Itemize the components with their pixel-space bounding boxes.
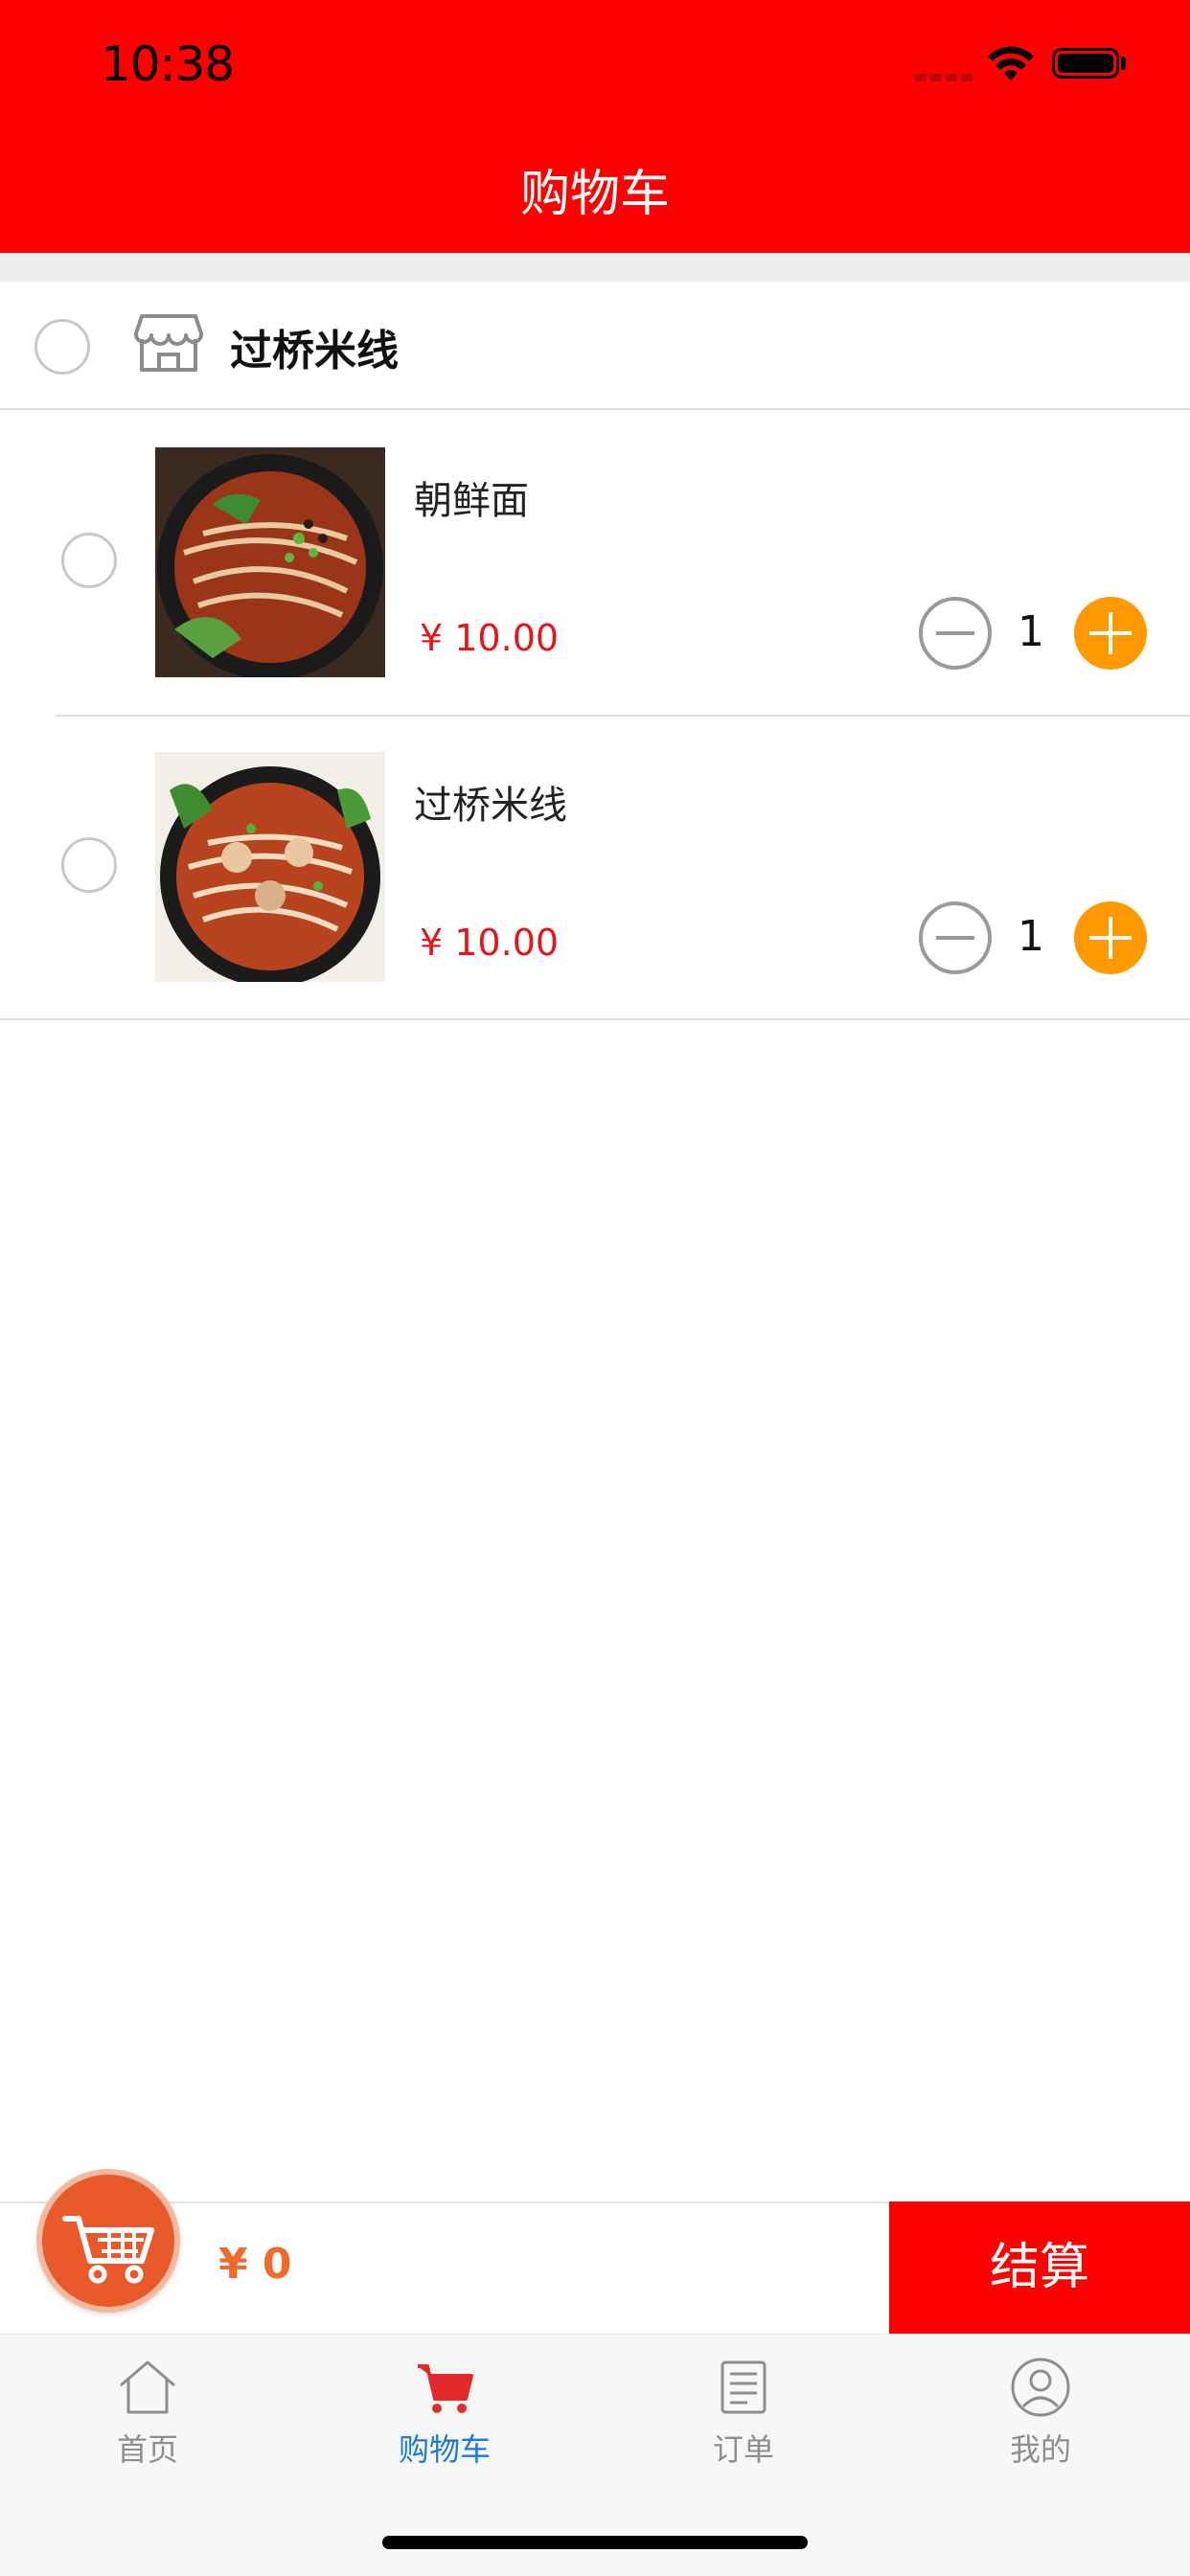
tab-label: 首页 [116,2431,178,2468]
tab-cart[interactable]: 购物车 [358,2357,531,2470]
tab-home[interactable]: 首页 [61,2357,234,2470]
cart-total: ¥ 0 [218,2240,292,2289]
item-thumbnail[interactable] [155,752,385,982]
battery-cap [1121,57,1126,70]
tab-profile[interactable]: 我的 [954,2357,1127,2470]
page-title: 购物车 [519,166,670,223]
tab-label: 我的 [1009,2431,1071,2468]
increase-quantity-button[interactable] [1074,901,1147,974]
tab-label: 订单 [712,2431,774,2468]
wifi-icon [988,46,1034,80]
cart-icon [418,2364,473,2413]
store-icon [134,314,203,372]
item-quantity: 1 [1018,607,1044,656]
decrease-quantity-button[interactable] [919,597,992,670]
shop-select-radio[interactable] [34,319,90,375]
shopping-cart-icon [62,2216,154,2284]
tab-label: 购物车 [398,2431,491,2468]
order-list-icon [721,2360,767,2414]
checkout-button[interactable]: 结算 [889,2201,1190,2334]
item-thumbnail[interactable] [155,447,385,677]
signal-icon [915,67,976,85]
decrease-quantity-button[interactable] [919,901,992,974]
noodle-bowl-image [155,447,385,677]
home-icon [120,2360,175,2414]
cart-badge[interactable] [36,2169,180,2313]
battery-icon [1052,48,1119,79]
profile-icon [1011,2358,1070,2417]
status-time: 10:38 [101,36,235,92]
item-name: 朝鲜面 [414,479,529,523]
rice-noodle-bowl-image [155,752,385,982]
tab-orders[interactable]: 订单 [657,2357,830,2470]
item-select-radio[interactable] [61,533,117,588]
item-name: 过桥米线 [414,784,567,828]
item-quantity: 1 [1018,912,1044,961]
item-select-radio[interactable] [61,837,117,893]
section-separator [0,253,1190,282]
shop-name: 过桥米线 [230,327,399,376]
list-bottom-divider [0,1018,1190,1020]
item-price: ¥ 10.00 [420,922,560,964]
item-divider [56,715,1190,717]
item-price: ¥ 10.00 [420,617,560,659]
increase-quantity-button[interactable] [1074,597,1147,670]
home-indicator [382,2536,808,2549]
